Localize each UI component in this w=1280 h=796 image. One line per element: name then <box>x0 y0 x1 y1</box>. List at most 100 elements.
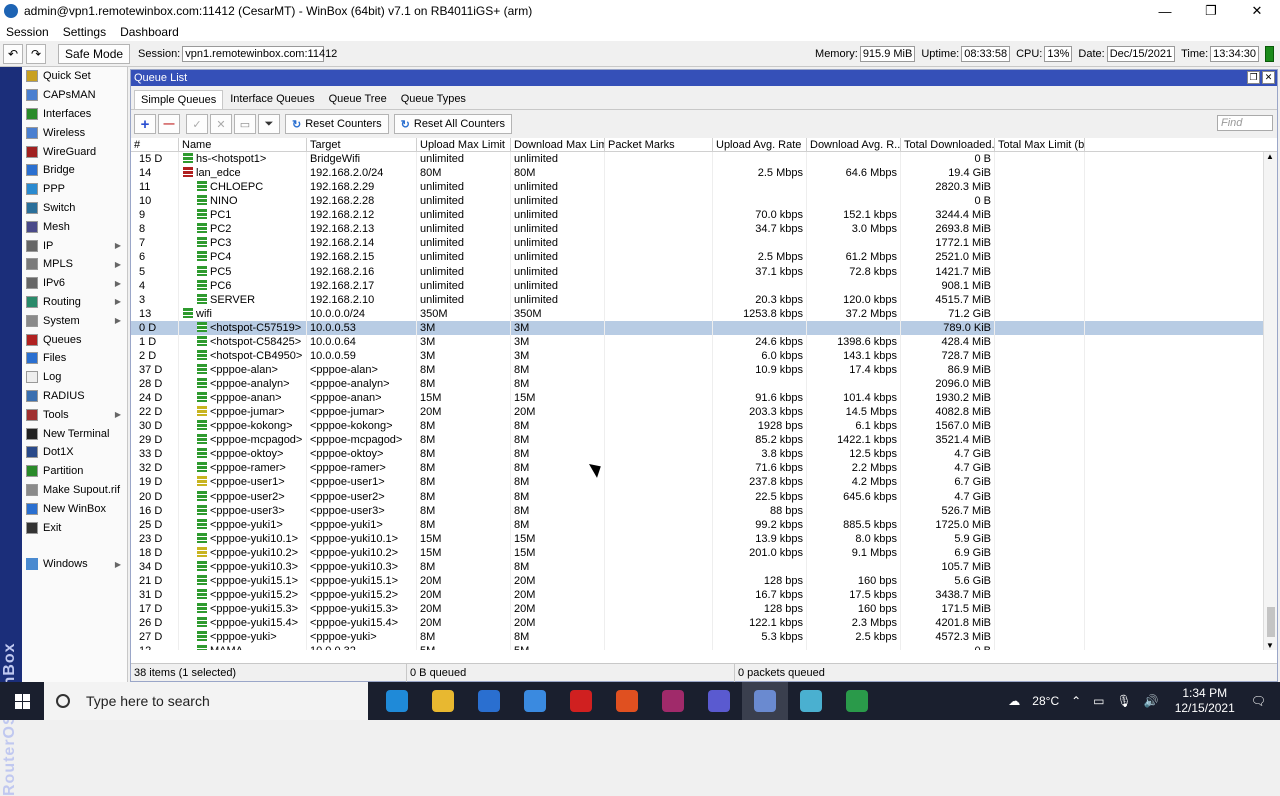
weather-temp[interactable]: 28°C <box>1032 694 1059 708</box>
sidebar-item-system[interactable]: System ▶ <box>22 311 127 330</box>
column-header[interactable]: Packet Marks <box>605 138 713 152</box>
table-row[interactable]: 30 D <pppoe-kokong> <pppoe-kokong> 8M 8M 1928… <box>131 419 1277 434</box>
sidebar-item-ipv6[interactable]: IPv6 ▶ <box>22 274 127 293</box>
table-row[interactable]: 20 D <pppoe-user2> <pppoe-user2> 8M 8M 22.5 k… <box>131 489 1277 504</box>
column-header[interactable]: Name <box>179 138 307 152</box>
table-row[interactable]: 17 D <pppoe-yuki15.3> <pppoe-yuki15.3> 20M 2… <box>131 602 1277 617</box>
table-row[interactable]: 16 D <pppoe-user3> <pppoe-user3> 8M 8M 88 bps… <box>131 503 1277 518</box>
sidebar-item-mesh[interactable]: Mesh <box>22 217 127 236</box>
menu-session[interactable]: Session <box>6 25 49 39</box>
close-queue-window-icon[interactable]: ✕ <box>1262 71 1275 84</box>
table-row[interactable]: 0 D <hotspot-C57519> 10.0.0.53 3M 3M 789.0 Ki… <box>131 320 1277 335</box>
scroll-down-icon[interactable]: ▼ <box>1266 641 1274 650</box>
brave-taskbar-button[interactable] <box>604 682 650 720</box>
terminal-taskbar-button[interactable] <box>834 682 880 720</box>
table-row[interactable]: 3 SERVER 192.168.2.10 unlimited unlimited 20… <box>131 292 1277 307</box>
table-row[interactable]: 10 NINO 192.168.2.28 unlimited unlimited 0 B <box>131 194 1277 209</box>
sidebar-item-dot1x[interactable]: Dot1X <box>22 443 127 462</box>
safe-mode-button[interactable]: Safe Mode <box>58 43 131 64</box>
redo-button[interactable]: ↷ <box>26 43 46 64</box>
table-row[interactable]: 19 D <pppoe-user1> <pppoe-user1> 8M 8M 237.8 … <box>131 475 1277 490</box>
network-icon[interactable]: ▭ <box>1093 694 1104 708</box>
table-row[interactable]: 15 Dhs-<hotspot1> BridgeWifi unlimited unli… <box>131 152 1277 167</box>
sidebar-item-ip[interactable]: IP ▶ <box>22 236 127 255</box>
taskbar-clock[interactable]: 1:34 PM 12/15/2021 <box>1175 686 1235 716</box>
table-row[interactable]: 18 D <pppoe-yuki10.2> <pppoe-yuki10.2> 15M 1… <box>131 545 1277 560</box>
tab-interface-queues[interactable]: Interface Queues <box>223 89 321 109</box>
minimize-button[interactable]: — <box>1142 0 1188 22</box>
remove-queue-button[interactable]: — <box>158 114 180 134</box>
sidebar-item-quick-set[interactable]: Quick Set <box>22 67 127 86</box>
sidebar-item-ppp[interactable]: PPP <box>22 180 127 199</box>
scroll-up-icon[interactable]: ▲ <box>1266 152 1274 161</box>
table-row[interactable]: 31 D <pppoe-yuki15.2> <pppoe-yuki15.2> 20M 2… <box>131 587 1277 602</box>
close-window-button[interactable]: ✕ <box>1234 0 1280 22</box>
column-header[interactable]: # <box>131 138 179 152</box>
sidebar-item-files[interactable]: Files <box>22 349 127 368</box>
notifications-icon[interactable]: 🗨 <box>1251 694 1266 708</box>
table-row[interactable]: 27 D <pppoe-yuki> <pppoe-yuki> 8M 8M 5.3 kbps… <box>131 630 1277 645</box>
winbox-taskbar-button[interactable] <box>742 682 788 720</box>
table-row[interactable]: 23 D <pppoe-yuki10.1> <pppoe-yuki10.1> 15M 1… <box>131 531 1277 546</box>
notepad-taskbar-button[interactable] <box>788 682 834 720</box>
column-header[interactable]: Upload Avg. Rate <box>713 138 807 152</box>
tab-queue-types[interactable]: Queue Types <box>394 89 473 109</box>
filter-button[interactable]: ⏷ <box>258 114 280 134</box>
comment-button[interactable]: ▭ <box>234 114 256 134</box>
volume-icon[interactable]: 🔊 <box>1144 694 1159 708</box>
column-header[interactable]: Target <box>307 138 417 152</box>
winrar-taskbar-button[interactable] <box>650 682 696 720</box>
sidebar-item-interfaces[interactable]: Interfaces <box>22 105 127 124</box>
table-row[interactable]: 14 lan_edce 192.168.2.0/24 80M 80M 2.5 Mbps 6… <box>131 166 1277 181</box>
tab-queue-tree[interactable]: Queue Tree <box>322 89 394 109</box>
column-header[interactable]: Total Max Limit (bi... <box>995 138 1085 152</box>
sidebar-item-partition[interactable]: Partition <box>22 462 127 481</box>
table-row[interactable]: 24 D <pppoe-anan> <pppoe-anan> 15M 15M 91.6 k… <box>131 391 1277 406</box>
menu-dashboard[interactable]: Dashboard <box>120 25 179 39</box>
table-row[interactable]: 37 D <pppoe-alan> <pppoe-alan> 8M 8M 10.9 kbp… <box>131 362 1277 377</box>
table-row[interactable]: 2 D <hotspot-CB4950> 10.0.0.59 3M 3M 6.0 kbps… <box>131 348 1277 363</box>
sidebar-item-exit[interactable]: Exit <box>22 518 127 537</box>
add-queue-button[interactable]: + <box>134 114 156 134</box>
sidebar-item-new-terminal[interactable]: New Terminal <box>22 424 127 443</box>
show-hidden-icons[interactable]: ⌃ <box>1071 694 1081 708</box>
table-row[interactable]: 11 CHLOEPC 192.168.2.29 unlimited unlimited… <box>131 180 1277 195</box>
table-row[interactable]: 25 D <pppoe-yuki1> <pppoe-yuki1> 8M 8M 99.2 k… <box>131 517 1277 532</box>
sidebar-item-tools[interactable]: Tools ▶ <box>22 405 127 424</box>
table-row[interactable]: 8 PC2 192.168.2.13 unlimited unlimited 34.7 … <box>131 222 1277 237</box>
weather-icon[interactable]: ☁ <box>1008 694 1020 708</box>
disable-queue-button[interactable]: ✕ <box>210 114 232 134</box>
sidebar-item-new-winbox[interactable]: New WinBox <box>22 499 127 518</box>
vertical-scrollbar[interactable]: ▲ ▼ <box>1263 152 1277 650</box>
edge-taskbar-button[interactable] <box>374 682 420 720</box>
sidebar-item-mpls[interactable]: MPLS ▶ <box>22 255 127 274</box>
column-header[interactable]: Download Avg. R... <box>807 138 901 152</box>
column-header[interactable]: Download Max Limit <box>511 138 605 152</box>
taskbar-search[interactable]: Type here to search <box>44 682 368 720</box>
sidebar-item-capsman[interactable]: CAPsMAN <box>22 86 127 105</box>
sidebar-item-switch[interactable]: Switch <box>22 199 127 218</box>
enable-queue-button[interactable]: ✓ <box>186 114 208 134</box>
explorer-taskbar-button[interactable] <box>420 682 466 720</box>
start-button[interactable] <box>0 682 44 720</box>
table-row[interactable]: 7 PC3 192.168.2.14 unlimited unlimited 1772.… <box>131 236 1277 251</box>
column-header[interactable]: Upload Max Limit <box>417 138 511 152</box>
sidebar-item-windows[interactable]: Windows ▶ <box>22 555 127 574</box>
sidebar-item-log[interactable]: Log <box>22 368 127 387</box>
sidebar-item-make-supout-rif[interactable]: Make Supout.rif <box>22 481 127 500</box>
teams-taskbar-button[interactable] <box>696 682 742 720</box>
sidebar-item-routing[interactable]: Routing ▶ <box>22 293 127 312</box>
queue-window-titlebar[interactable]: Queue List ❐ ✕ <box>131 70 1277 86</box>
column-header[interactable]: Total Downloaded... <box>901 138 995 152</box>
microphone-icon[interactable]: 🎙 <box>1117 694 1132 708</box>
maximize-queue-window-icon[interactable]: ❐ <box>1247 71 1260 84</box>
table-row[interactable]: 4 PC6 192.168.2.17 unlimited unlimited 908.1… <box>131 278 1277 293</box>
restore-button[interactable]: ❐ <box>1188 0 1234 22</box>
sidebar-item-wireless[interactable]: Wireless <box>22 123 127 142</box>
table-row[interactable]: 33 D <pppoe-oktoy> <pppoe-oktoy> 8M 8M 3.8 kb… <box>131 447 1277 462</box>
store-taskbar-button[interactable] <box>466 682 512 720</box>
table-row[interactable]: 26 D <pppoe-yuki15.4> <pppoe-yuki15.4> 20M 2… <box>131 616 1277 631</box>
table-row[interactable]: 5 PC5 192.168.2.16 unlimited unlimited 37.1 … <box>131 264 1277 279</box>
scroll-thumb[interactable] <box>1267 607 1275 637</box>
sidebar-item-radius[interactable]: RADIUS <box>22 387 127 406</box>
